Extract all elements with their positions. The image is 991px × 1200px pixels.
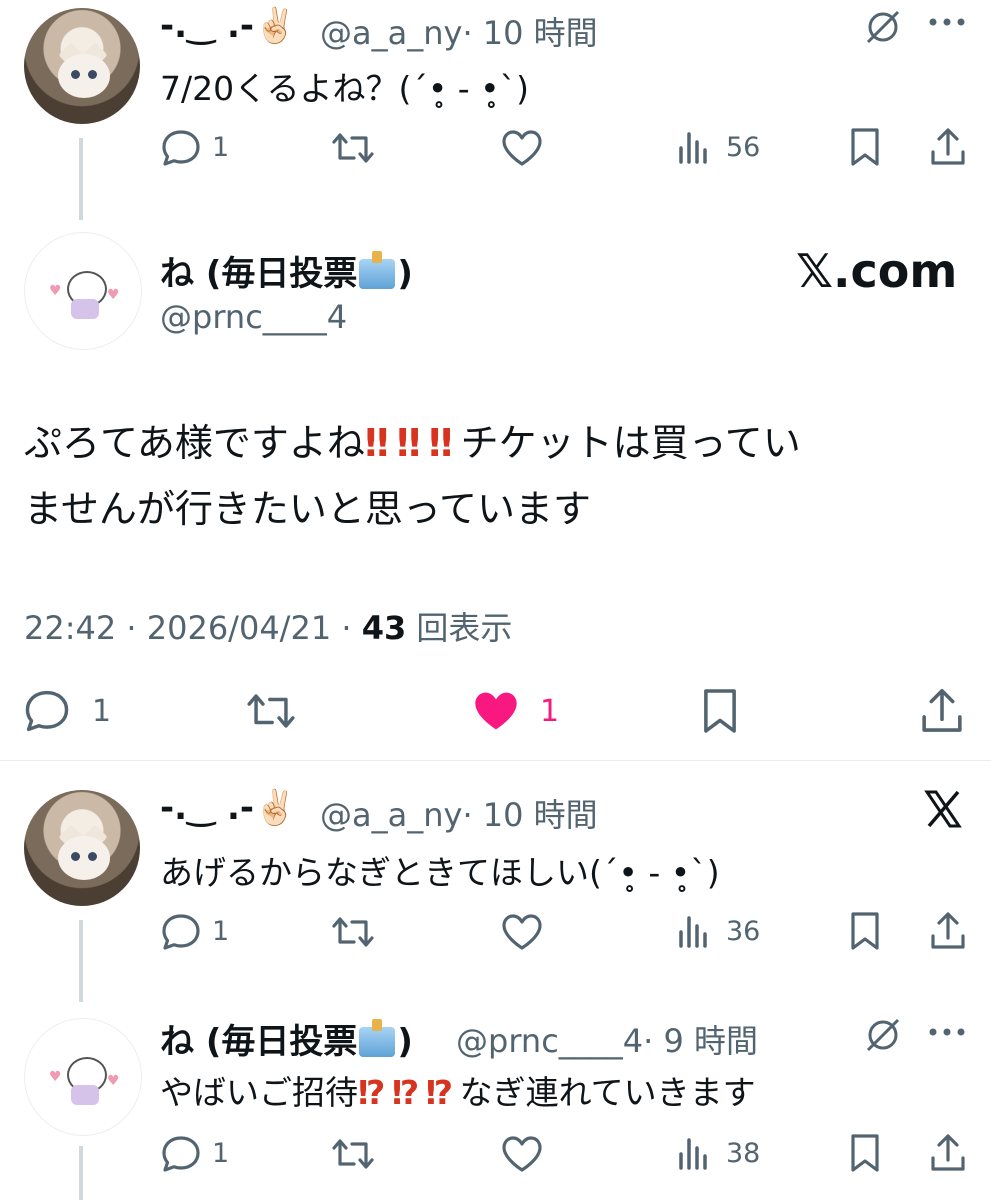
views-count: 36 xyxy=(726,916,761,947)
views-icon[interactable] xyxy=(676,1136,712,1170)
timestamp[interactable]: · 10 時間 xyxy=(462,796,597,834)
bookmark-icon[interactable] xyxy=(848,1132,882,1174)
tweet-text: ぷろてあ様ですよね‼︎ ‼︎ ‼︎ チケットは買ってい ませんが行きたいと思って… xyxy=(24,410,974,542)
reply-icon[interactable] xyxy=(22,688,72,734)
tweet-text-part: チケットは買ってい xyxy=(460,421,801,465)
timestamp[interactable]: · 9 時間 xyxy=(643,1022,758,1060)
reply-icon[interactable] xyxy=(160,1134,202,1174)
reply-icon[interactable] xyxy=(160,128,202,168)
like-count: 1 xyxy=(540,694,560,729)
views-count: 56 xyxy=(726,132,761,163)
avatar[interactable] xyxy=(24,8,140,124)
tweet-text-part: やばいご招待 xyxy=(160,1073,358,1112)
views-label: 回表示 xyxy=(406,609,513,647)
tweet-text-part: ぷろてあ様ですよね xyxy=(24,421,365,465)
tweet-text-part: なぎ連れていきます xyxy=(459,1073,756,1112)
share-icon[interactable] xyxy=(928,126,968,168)
double-exclamation-icon: ‼︎ xyxy=(364,421,389,465)
avatar[interactable] xyxy=(24,790,140,906)
x-logo-icon xyxy=(924,790,962,828)
display-name[interactable]: -.‿ .-✌🏻 xyxy=(160,6,296,46)
like-icon[interactable] xyxy=(500,1134,544,1174)
like-icon[interactable] xyxy=(500,128,544,168)
display-name-text: ね (毎日投票 xyxy=(160,1022,358,1062)
display-name[interactable]: ね (毎日投票) xyxy=(160,246,413,295)
x-brand-logo: 𝕏.com xyxy=(796,244,958,298)
handle[interactable]: @prnc____4· 9 時間 xyxy=(456,1016,758,1062)
like-icon-active[interactable] xyxy=(470,688,522,734)
views-count: 38 xyxy=(726,1138,761,1169)
like-icon[interactable] xyxy=(500,912,544,952)
share-icon[interactable] xyxy=(918,686,966,736)
tweet-text: あげるからなぎときてほしい(ˊ•̥ - •̥ˋ) xyxy=(160,853,720,892)
display-name-end: ) xyxy=(397,1022,413,1062)
interrobang-icon: ⁉︎ xyxy=(358,1073,385,1112)
reply-count: 1 xyxy=(212,1138,230,1169)
reply-count: 1 xyxy=(212,916,230,947)
handle[interactable]: @a_a_ny· 10 時間 xyxy=(320,8,598,54)
more-icon[interactable] xyxy=(925,12,969,32)
handle-text[interactable]: @prnc____4 xyxy=(456,1022,643,1060)
handle[interactable]: @prnc____4 xyxy=(160,298,347,336)
interrobang-icon: ⁉︎ xyxy=(425,1073,453,1112)
retweet-icon[interactable] xyxy=(244,688,298,734)
display-name-end: ) xyxy=(397,254,413,294)
reply-count: 1 xyxy=(212,132,230,163)
display-name[interactable]: -.‿ .-✌🏻 xyxy=(160,788,296,828)
bookmark-icon[interactable] xyxy=(700,686,740,736)
views-icon[interactable] xyxy=(676,914,712,948)
interrobang-icon: ⁉︎ xyxy=(391,1073,419,1112)
display-name[interactable]: ね (毎日投票) xyxy=(160,1014,413,1063)
views-count[interactable]: 43 xyxy=(362,609,407,647)
avatar[interactable]: ♥ ♥ xyxy=(24,1018,142,1136)
timestamp[interactable]: · 10 時間 xyxy=(462,14,597,52)
views-icon[interactable] xyxy=(676,130,712,164)
share-icon[interactable] xyxy=(928,910,968,952)
retweet-icon[interactable] xyxy=(330,128,376,168)
display-name-text: ね (毎日投票 xyxy=(160,254,358,294)
tweet-text: やばいご招待⁉︎ ⁉︎ ⁉︎ なぎ連れていきます xyxy=(160,1066,756,1114)
bookmark-icon[interactable] xyxy=(848,910,882,952)
share-icon[interactable] xyxy=(928,1132,968,1174)
tweet-text: 7/20くるよね？(ˊ•̥ - •̥ˋ) xyxy=(160,69,530,108)
double-exclamation-icon: ‼︎ xyxy=(428,421,453,465)
bookmark-icon[interactable] xyxy=(848,126,882,168)
more-icon[interactable] xyxy=(925,1022,969,1042)
tweet-text-part: ませんが行きたいと思っています xyxy=(24,487,591,531)
reply-icon[interactable] xyxy=(160,912,202,952)
divider xyxy=(0,760,991,761)
handle-text[interactable]: @a_a_ny xyxy=(320,14,462,52)
ballot-box-emoji-icon xyxy=(359,1019,396,1057)
retweet-icon[interactable] xyxy=(330,1134,376,1174)
avatar[interactable]: ♥ ♥ xyxy=(24,232,142,350)
reply-count: 1 xyxy=(92,694,112,729)
double-exclamation-icon: ‼︎ xyxy=(396,421,421,465)
ballot-box-emoji-icon xyxy=(359,251,396,289)
handle-text[interactable]: @a_a_ny xyxy=(320,796,462,834)
tweet-metadata: 22:42 · 2026/04/21 · 43 回表示 xyxy=(24,603,512,649)
thread-line xyxy=(79,138,83,220)
thread-line xyxy=(79,920,83,1002)
retweet-icon[interactable] xyxy=(330,912,376,952)
grok-icon[interactable] xyxy=(862,6,904,48)
handle[interactable]: @a_a_ny· 10 時間 xyxy=(320,790,598,836)
timestamp[interactable]: 22:42 · 2026/04/21 · xyxy=(24,609,362,647)
grok-icon[interactable] xyxy=(862,1014,904,1056)
thread-line xyxy=(79,1146,83,1200)
